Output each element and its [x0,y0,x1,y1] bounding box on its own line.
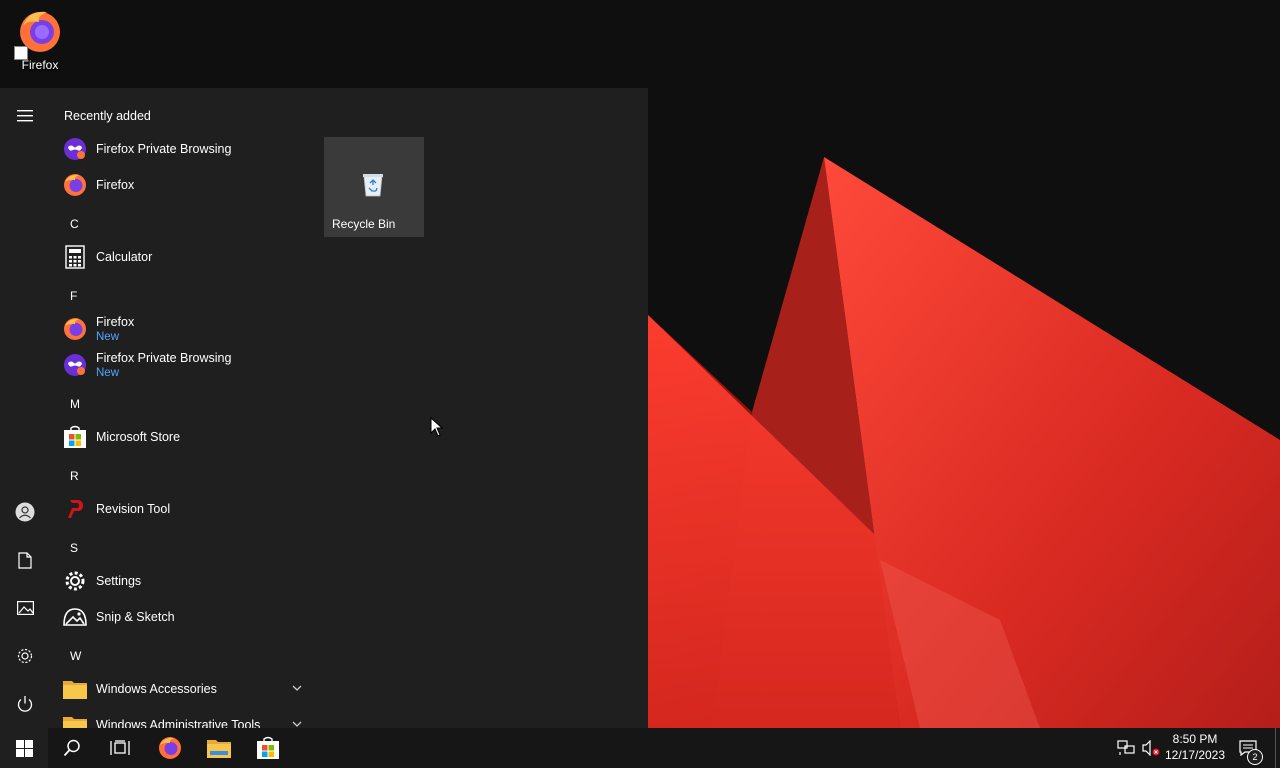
calculator-icon [62,244,88,270]
clock[interactable]: 8:50 PM 12/17/2023 [1160,731,1230,763]
app-firefox-private-browsing-recent[interactable]: Firefox Private Browsing [60,132,310,166]
firefox-private-icon [62,136,88,162]
app-name: Windows Accessories [96,682,217,696]
app-name: Snip & Sketch [96,610,175,624]
group-letter-m[interactable]: M [70,397,80,411]
task-view-icon [110,740,130,755]
desktop-icon-label: Firefox [21,58,59,72]
app-name: Calculator [96,250,153,264]
desktop-icon-firefox[interactable]: Firefox [4,6,70,78]
app-name: Firefox [96,315,135,329]
clock-date: 12/17/2023 [1164,748,1226,762]
volume-muted-icon [1142,740,1160,756]
firefox-icon [62,172,88,198]
app-name: Windows Administrative Tools [96,718,261,728]
app-microsoft-store[interactable]: Microsoft Store [60,420,310,454]
app-windows-administrative-tools[interactable]: Windows Administrative Tools [60,708,310,728]
app-calculator[interactable]: Calculator [60,240,310,274]
user-icon[interactable] [10,497,40,527]
new-badge: New [96,331,120,343]
app-firefox-private-browsing[interactable]: Firefox Private Browsing New [60,348,310,382]
new-badge: New [96,367,120,379]
app-name: Firefox Private Browsing [96,142,232,156]
taskbar: 8:50 PM 12/17/2023 2 [0,728,1280,768]
task-view-button[interactable] [96,728,144,768]
app-name: Settings [96,574,142,588]
app-snip-and-sketch[interactable]: Snip & Sketch [60,600,310,634]
group-letter-w[interactable]: W [70,649,81,663]
app-name: Revision Tool [96,502,171,516]
search-button[interactable] [48,728,96,768]
group-letter-c[interactable]: C [70,217,79,231]
notification-count-badge: 2 [1247,749,1263,765]
firefox-private-icon [62,352,88,378]
file-explorer-icon [207,740,231,758]
taskbar-firefox[interactable] [146,728,194,768]
app-firefox[interactable]: Firefox New [60,312,310,346]
folder-icon [62,676,88,702]
pictures-icon[interactable] [10,593,40,623]
start-menu: Recently added Firefox Private Browsing … [0,88,648,728]
app-windows-accessories[interactable]: Windows Accessories [60,672,310,706]
group-letter-f[interactable]: F [70,289,77,303]
start-rail [0,88,50,728]
windows-logo-icon [15,739,33,757]
power-icon[interactable] [10,689,40,719]
app-list: Recently added Firefox Private Browsing … [50,88,310,728]
group-letter-r[interactable]: R [70,469,79,483]
app-name: Microsoft Store [96,430,181,444]
app-revision-tool[interactable]: Revision Tool [60,492,310,526]
search-icon [63,739,80,757]
app-settings[interactable]: Settings [60,564,310,598]
revision-tool-icon [62,496,88,522]
network-icon [1117,740,1135,755]
section-title-recently-added: Recently added [64,109,151,123]
mouse-cursor-icon [430,417,444,437]
network-tray[interactable] [1114,728,1138,768]
taskbar-microsoft-store[interactable] [244,728,292,768]
gear-icon [62,568,88,594]
microsoft-store-icon [257,736,279,759]
chevron-down-icon[interactable] [292,719,302,728]
tile-recycle-bin[interactable]: Recycle Bin [324,137,424,237]
document-icon[interactable] [10,545,40,575]
firefox-icon [159,737,181,759]
hamburger-icon[interactable] [10,101,40,131]
start-button[interactable] [0,728,48,768]
group-letter-s[interactable]: S [70,541,78,555]
app-firefox-recent[interactable]: Firefox [60,168,310,202]
recycle-bin-icon [363,174,383,197]
show-desktop-button[interactable] [1275,728,1280,768]
tile-label: Recycle Bin [332,217,396,231]
app-name: Firefox Private Browsing [96,351,232,365]
snip-sketch-icon [62,604,88,630]
app-name: Firefox [96,178,135,192]
folder-icon [62,712,88,728]
firefox-icon [62,316,88,342]
taskbar-file-explorer[interactable] [195,728,243,768]
chevron-down-icon[interactable] [292,683,302,693]
microsoft-store-icon [62,424,88,450]
gear-icon[interactable] [10,641,40,671]
clock-time: 8:50 PM [1172,732,1218,746]
